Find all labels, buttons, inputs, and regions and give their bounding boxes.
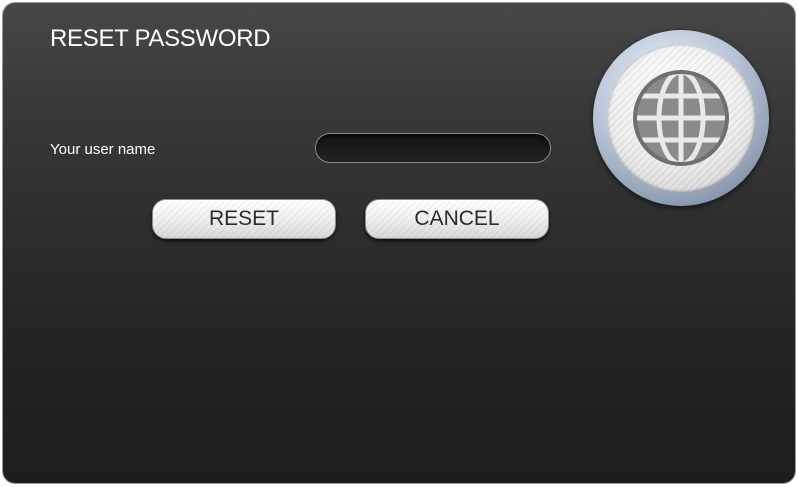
username-label: Your user name bbox=[50, 141, 156, 158]
cancel-button[interactable]: CANCEL bbox=[365, 199, 549, 239]
globe-emblem bbox=[593, 30, 769, 206]
username-input[interactable] bbox=[315, 133, 551, 163]
globe-icon bbox=[633, 70, 729, 166]
reset-password-dialog: RESET PASSWORD Your user name RESET CANC… bbox=[3, 3, 795, 483]
reset-button[interactable]: RESET bbox=[152, 199, 336, 239]
globe-ring bbox=[607, 44, 755, 192]
dialog-title: RESET PASSWORD bbox=[50, 25, 271, 52]
